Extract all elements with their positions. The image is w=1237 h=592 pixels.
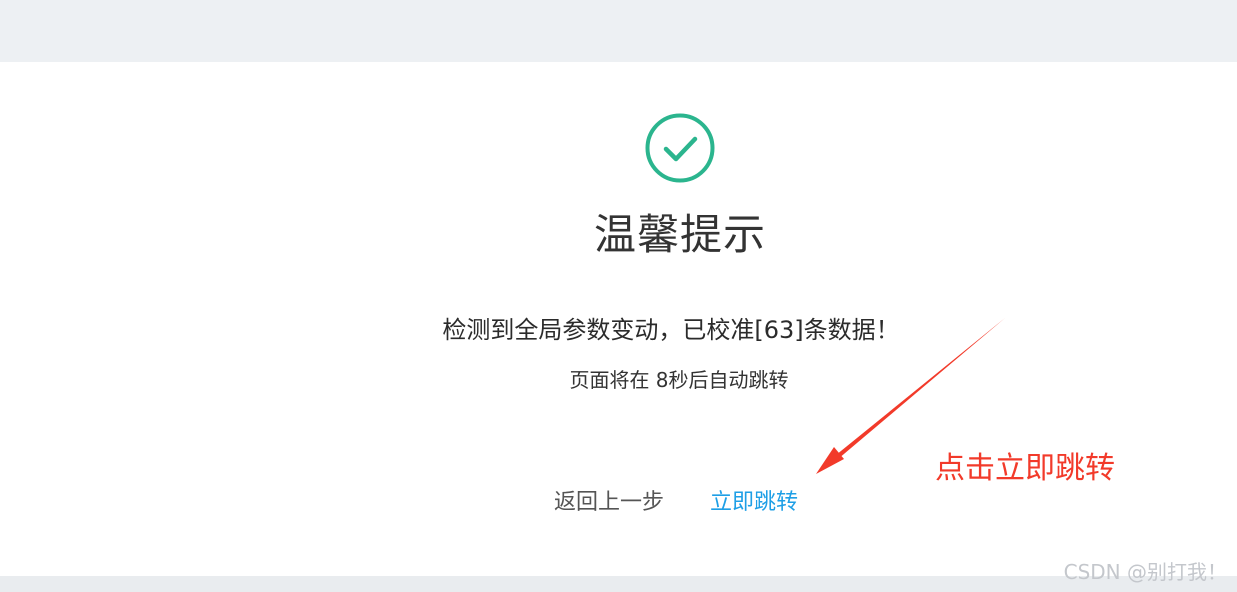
jump-now-button[interactable]: 立即跳转 [710, 488, 798, 518]
check-circle-icon [645, 113, 715, 183]
redirect-countdown: 页面将在 8秒后自动跳转 [569, 368, 789, 392]
bottom-gray-band [0, 576, 1237, 592]
annotation-label: 点击立即跳转 [935, 451, 1115, 486]
back-button[interactable]: 返回上一步 [554, 488, 664, 518]
notice-message: 检测到全局参数变动，已校准[63]条数据！ [442, 316, 900, 344]
watermark: CSDN @别打我！ [1063, 560, 1227, 584]
top-gray-band [0, 0, 1237, 62]
notice-title: 温馨提示 [593, 210, 766, 259]
